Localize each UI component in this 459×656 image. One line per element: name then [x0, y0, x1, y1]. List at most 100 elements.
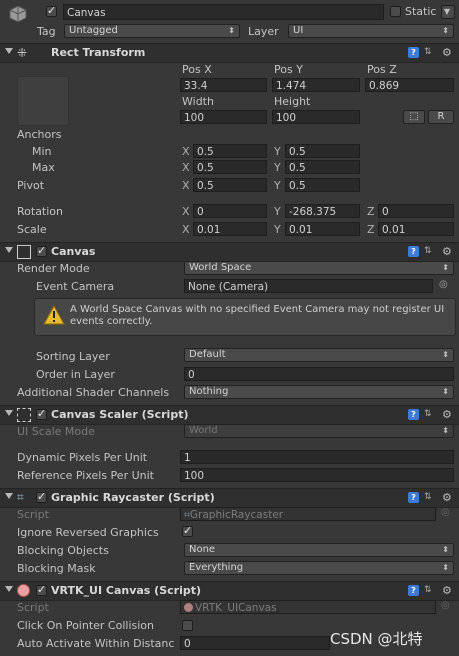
blocking-mask-value: Everything	[189, 562, 244, 573]
scale-x-input[interactable]: 0.01	[193, 222, 267, 236]
render-mode-dropdown[interactable]: World Space ⬍	[184, 261, 454, 275]
canvas-component-header[interactable]: Canvas ? ⇅ ⚙	[0, 242, 459, 262]
anchor-min-y-input[interactable]: 0.5	[285, 144, 360, 158]
anchor-max-y-input[interactable]: 0.5	[285, 160, 360, 174]
gear-icon[interactable]: ⚙	[442, 46, 452, 59]
pivot-y-input[interactable]: 0.5	[285, 178, 360, 192]
y-label: Y	[274, 179, 281, 192]
sorting-layer-value: Default	[189, 349, 226, 360]
layer-dropdown[interactable]: UI ⬍	[288, 24, 454, 38]
vrtk-enabled-checkbox[interactable]	[36, 583, 47, 596]
layer-label: Layer	[248, 25, 279, 38]
blocking-mask-dropdown[interactable]: Everything ⬍	[184, 561, 454, 575]
help-icon[interactable]: ?	[408, 246, 419, 257]
reference-ppu-input[interactable]: 100	[180, 468, 454, 482]
width-input[interactable]: 100	[180, 110, 267, 124]
pivot-label: Pivot	[17, 179, 45, 192]
scale-y-input[interactable]: 0.01	[285, 222, 360, 236]
blueprint-mode-button[interactable]: ⬚	[403, 110, 425, 124]
component-title: Canvas	[51, 245, 96, 258]
blocking-mask-label: Blocking Mask	[17, 562, 96, 575]
vrtk-script-label: Script	[17, 601, 49, 614]
chevron-down-icon: ⬍	[442, 387, 449, 396]
active-checkbox[interactable]	[46, 4, 57, 17]
x-label: X	[182, 161, 190, 174]
dynamic-ppu-input[interactable]: 1	[180, 450, 454, 464]
ui-scale-mode-dropdown: World ⬍	[184, 424, 454, 438]
raycaster-enabled-checkbox[interactable]	[36, 490, 47, 503]
preset-icon[interactable]: ⇅	[424, 246, 432, 256]
ignore-reversed-checkbox[interactable]	[182, 524, 193, 537]
graphic-raycaster-header[interactable]: ⌗ Graphic Raycaster (Script) ? ⇅ ⚙	[0, 488, 459, 508]
preset-icon[interactable]: ⇅	[424, 585, 432, 595]
width-label: Width	[182, 95, 214, 108]
sorting-layer-dropdown[interactable]: Default ⬍	[184, 348, 454, 362]
pos-x-input[interactable]: 33.4	[180, 78, 267, 92]
help-icon[interactable]: ?	[408, 409, 419, 420]
preset-icon[interactable]: ⇅	[424, 409, 432, 419]
click-on-collision-checkbox[interactable]	[182, 620, 193, 631]
raycaster-script-field: ⌗GraphicRaycaster	[180, 507, 436, 521]
rect-transform-icon: ⁜	[17, 46, 28, 60]
tag-dropdown[interactable]: Untagged ⬍	[64, 24, 240, 38]
anchor-preset-box[interactable]	[17, 76, 69, 126]
click-on-collision-label: Click On Pointer Collision	[17, 619, 155, 632]
canvas-enabled-checkbox[interactable]	[36, 244, 47, 257]
preset-icon[interactable]: ⇅	[424, 47, 432, 57]
preset-icon[interactable]: ⇅	[424, 492, 432, 502]
rotation-x-input[interactable]: 0	[193, 204, 267, 218]
static-checkbox[interactable]	[390, 6, 401, 17]
auto-activate-label: Auto Activate Within Distanc	[17, 637, 175, 650]
rotation-z-input[interactable]: 0	[378, 204, 454, 218]
scale-z-input[interactable]: 0.01	[378, 222, 454, 236]
gear-icon[interactable]: ⚙	[442, 584, 452, 597]
x-label: X	[182, 145, 190, 158]
dynamic-ppu-label: Dynamic Pixels Per Unit	[17, 451, 148, 464]
foldout-arrow-icon[interactable]	[5, 493, 13, 499]
height-input[interactable]: 100	[272, 110, 360, 124]
shader-channels-dropdown[interactable]: Nothing ⬍	[184, 385, 454, 399]
event-camera-label: Event Camera	[36, 280, 115, 293]
vrtk-script-icon	[184, 603, 193, 612]
raw-edit-button[interactable]: R	[428, 110, 454, 124]
help-icon[interactable]: ?	[408, 47, 419, 58]
pivot-x-input[interactable]: 0.5	[193, 178, 267, 192]
scaler-enabled-checkbox[interactable]	[36, 407, 47, 420]
x-label: X	[182, 179, 190, 192]
object-picker-icon[interactable]: ◎	[439, 279, 448, 290]
tag-value: Untagged	[69, 25, 118, 36]
gear-icon[interactable]: ⚙	[442, 491, 452, 504]
gear-icon[interactable]: ⚙	[442, 408, 452, 421]
event-camera-field[interactable]: None (Camera)	[184, 279, 433, 293]
static-dropdown-arrow[interactable]: ▼	[441, 5, 455, 19]
x-label: X	[182, 205, 190, 218]
blocking-objects-label: Blocking Objects	[17, 544, 109, 557]
rect-transform-header[interactable]: ⁜ Rect Transform ? ⇅ ⚙	[0, 43, 459, 63]
anchors-label[interactable]: Anchors	[17, 128, 62, 141]
anchor-min-x-input[interactable]: 0.5	[193, 144, 267, 158]
help-icon[interactable]: ?	[408, 492, 419, 503]
x-label: X	[182, 223, 190, 236]
pos-z-input[interactable]: 0.869	[365, 78, 454, 92]
pos-x-label: Pos X	[182, 63, 212, 76]
foldout-arrow-icon[interactable]	[5, 247, 13, 253]
foldout-arrow-icon[interactable]	[5, 410, 13, 416]
canvas-scaler-header[interactable]: Canvas Scaler (Script) ? ⇅ ⚙	[0, 405, 459, 425]
layer-value: UI	[293, 25, 304, 36]
gear-icon[interactable]: ⚙	[442, 245, 452, 258]
help-icon[interactable]: ?	[408, 585, 419, 596]
order-in-layer-input[interactable]: 0	[184, 367, 454, 381]
vrtk-script-field: VRTK_UICanvas	[180, 600, 436, 614]
anchor-max-x-input[interactable]: 0.5	[193, 160, 267, 174]
ui-scale-mode-value: World	[189, 425, 218, 436]
rotation-label: Rotation	[17, 205, 64, 218]
foldout-arrow-icon[interactable]	[5, 48, 13, 54]
foldout-arrow-icon[interactable]	[5, 586, 13, 592]
vrtk-ui-canvas-header[interactable]: VRTK_UI Canvas (Script) ? ⇅ ⚙	[0, 581, 459, 601]
object-name-input[interactable]: Canvas	[63, 4, 384, 20]
ignore-reversed-label: Ignore Reversed Graphics	[17, 526, 159, 539]
pos-y-input[interactable]: 1.474	[272, 78, 360, 92]
auto-activate-input[interactable]: 0	[180, 636, 330, 650]
rotation-y-input[interactable]: -268.375	[285, 204, 360, 218]
blocking-objects-dropdown[interactable]: None ⬍	[184, 543, 454, 557]
